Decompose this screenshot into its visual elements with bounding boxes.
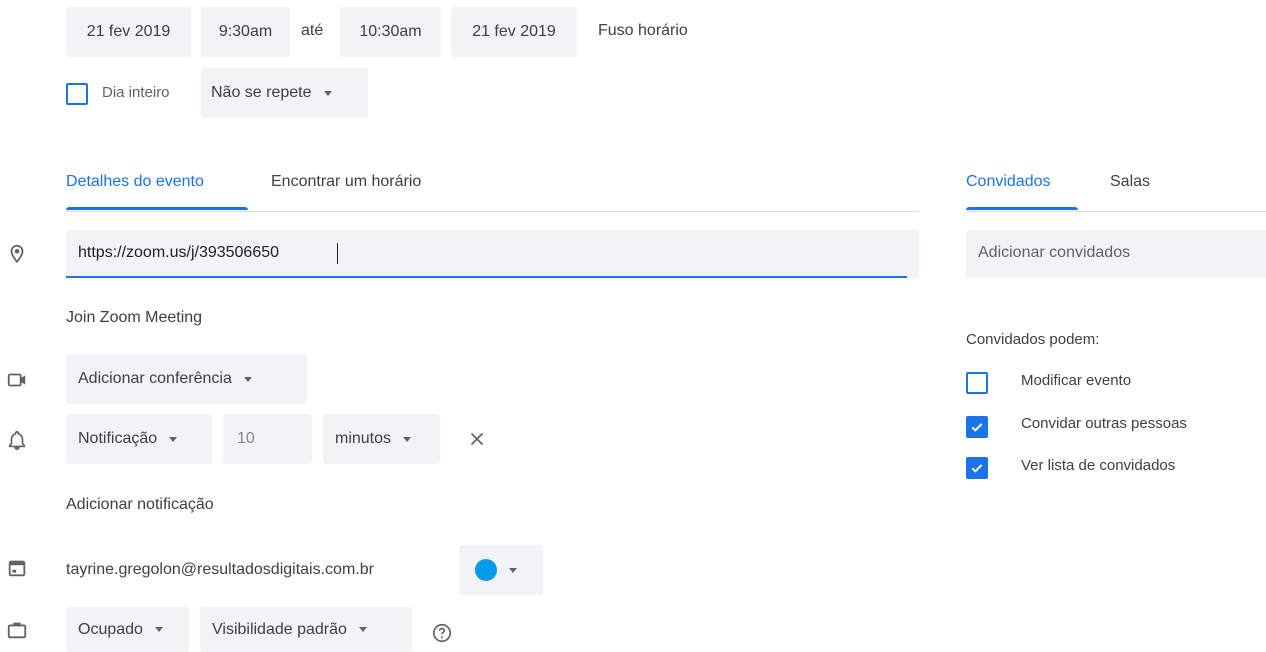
tab-event-details[interactable]: Detalhes do evento [66,173,204,191]
chevron-down-icon [509,567,517,573]
add-conference-label: Adicionar conferência [78,370,232,387]
until-label: até [301,22,324,39]
tab-find-time[interactable]: Encontrar um horário [271,173,421,191]
permission-invite-label: Convidar outras pessoas [1021,415,1187,432]
permissions-title: Convidados podem: [966,331,1100,348]
text-cursor [337,243,338,264]
permission-modify-label: Modificar evento [1021,372,1132,389]
visibility-label: Visibilidade padrão [212,620,347,638]
chevron-down-icon [154,627,163,632]
guests-tabs-divider [966,211,1266,212]
add-guests-input[interactable]: Adicionar convidados [966,230,1266,278]
start-time-label: 9:30am [218,23,273,40]
chevron-down-icon [358,627,367,632]
availability-label: Ocupado [78,620,143,638]
notification-unit-label: minutos [335,430,392,447]
end-time-chip[interactable]: 10:30am [340,7,441,57]
notification-type-label: Notificação [78,430,158,447]
availability-dropdown[interactable]: Ocupado [66,607,189,652]
all-day-checkbox[interactable] [66,83,88,105]
start-date-label: 21 fev 2019 [86,23,171,40]
add-notification-link[interactable]: Adicionar notificação [66,496,214,514]
event-color-dropdown[interactable] [459,545,543,595]
visibility-dropdown[interactable]: Visibilidade padrão [200,607,412,652]
notification-amount-value: 10 [237,430,255,447]
event-color-swatch [475,559,497,581]
end-time-label: 10:30am [359,23,422,40]
check-icon [971,464,983,473]
chevron-down-icon [323,90,332,96]
timezone-link[interactable]: Fuso horário [598,22,688,40]
repeat-label: Não se repete [211,84,312,101]
calendar-owner: tayrine.gregolon@resultadosdigitais.com.… [66,561,374,578]
all-day-label: Dia inteiro [102,84,170,101]
permission-modify-checkbox[interactable] [966,372,988,394]
description-text[interactable]: Join Zoom Meeting [66,309,202,327]
location-value: https://zoom.us/j/393506650 [78,244,280,261]
tabs-divider [66,211,919,212]
notification-type-dropdown[interactable]: Notificação [66,414,212,464]
briefcase-icon [7,622,27,639]
permission-see-list-label: Ver lista de convidados [1021,457,1176,474]
bell-icon [8,430,26,450]
start-time-chip[interactable]: 9:30am [201,7,290,57]
chevron-down-icon [243,376,252,382]
chevron-down-icon [169,436,178,442]
help-icon[interactable] [431,622,453,644]
video-camera-icon [7,373,26,387]
calendar-icon [8,560,26,577]
notification-unit-dropdown[interactable]: minutos [323,414,440,464]
repeat-dropdown[interactable]: Não se repete [201,68,368,118]
close-icon[interactable] [466,428,488,450]
tab-rooms[interactable]: Salas [1110,173,1150,191]
notification-amount-input[interactable]: 10 [223,414,312,464]
guests-tab-underline [966,207,1078,210]
chevron-down-icon [403,436,412,442]
permission-see-list-checkbox[interactable] [966,457,988,479]
add-guests-placeholder: Adicionar convidados [978,244,1131,261]
end-date-chip[interactable]: 21 fev 2019 [451,7,577,57]
tab-underline-active [66,207,248,210]
tab-guests[interactable]: Convidados [966,173,1051,191]
add-conference-dropdown[interactable]: Adicionar conferência [66,354,307,404]
end-date-label: 21 fev 2019 [472,23,556,40]
location-input[interactable]: https://zoom.us/j/393506650 [66,230,919,278]
check-icon [971,423,983,432]
location-pin-icon [10,244,24,264]
permission-invite-checkbox[interactable] [966,416,988,438]
start-date-chip[interactable]: 21 fev 2019 [66,7,191,57]
location-input-underline [66,276,907,278]
